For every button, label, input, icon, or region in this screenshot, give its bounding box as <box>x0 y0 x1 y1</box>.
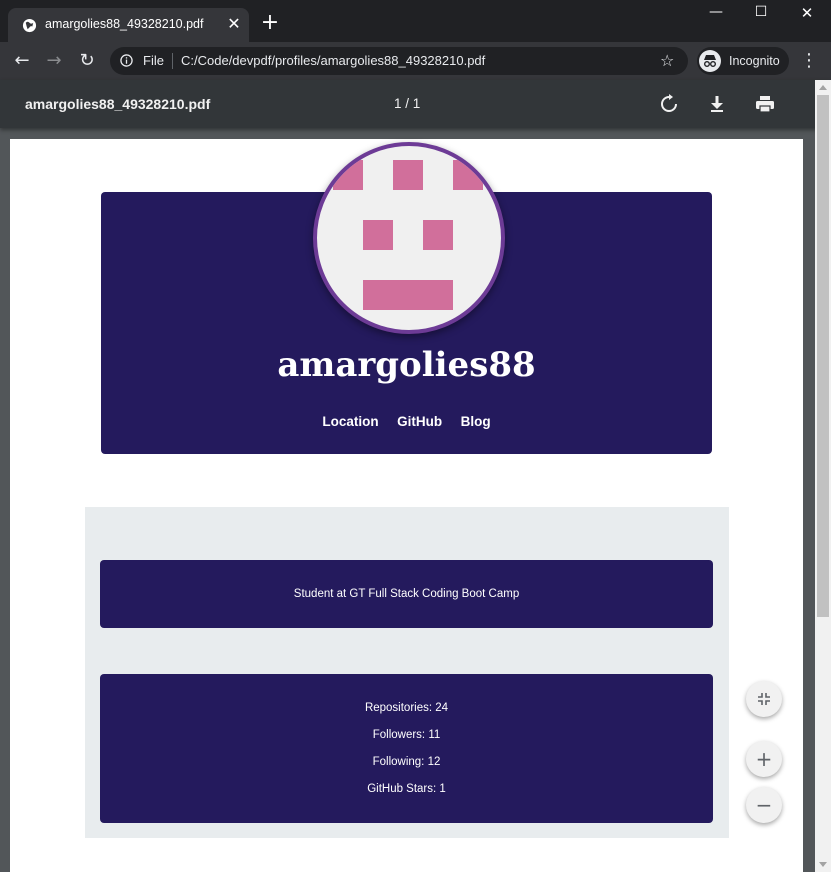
protocol-label: File <box>143 53 164 68</box>
pdf-toolbar: amargolies88_49328210.pdf 1 / 1 <box>0 80 831 128</box>
bio-card: Student at GT Full Stack Coding Boot Cam… <box>100 560 713 628</box>
scrollbar-thumb[interactable] <box>817 95 829 617</box>
vertical-scrollbar[interactable] <box>815 80 831 872</box>
zoom-in-icon: + <box>755 747 773 771</box>
followers-stat: Followers: 11 <box>372 729 441 741</box>
profile-username: amargolies88 <box>277 345 536 385</box>
following-stat: Following: 12 <box>372 756 441 768</box>
browser-menu-icon[interactable]: ⋮ <box>800 51 818 71</box>
bookmark-star-icon[interactable]: ☆ <box>660 51 674 70</box>
avatar-pixel <box>393 160 423 190</box>
pdf-page: amargolies88 Location GitHub Blog Studen… <box>10 139 803 872</box>
avatar-pixel <box>453 160 483 190</box>
rotate-icon[interactable] <box>658 93 680 115</box>
github-link[interactable]: GitHub <box>397 414 442 429</box>
back-button[interactable]: ← <box>12 51 32 71</box>
location-link[interactable]: Location <box>322 414 378 429</box>
window-close-button[interactable]: ✕ <box>784 4 830 28</box>
fit-page-button[interactable] <box>746 681 782 717</box>
avatar-pixel <box>363 220 393 250</box>
browser-tab[interactable]: amargolies88_49328210.pdf ✕ <box>8 8 249 42</box>
scroll-up-arrow[interactable] <box>819 85 827 90</box>
info-icon[interactable] <box>120 54 133 67</box>
zoom-in-button[interactable]: + <box>746 741 782 777</box>
incognito-badge[interactable]: Incognito <box>697 47 789 75</box>
browser-toolbar: ← → ↻ File C:/Code/devpdf/profiles/amarg… <box>0 42 831 80</box>
forward-button[interactable]: → <box>44 51 64 71</box>
zoom-out-button[interactable]: − <box>746 787 782 823</box>
fit-to-page-icon <box>758 693 770 705</box>
zoom-out-icon: − <box>755 793 773 817</box>
profile-links: Location GitHub Blog <box>101 413 712 431</box>
print-icon[interactable] <box>754 93 776 115</box>
avatar-pixel <box>363 280 453 310</box>
tab-strip: amargolies88_49328210.pdf ✕ + — ☐ ✕ <box>0 0 831 42</box>
new-tab-button[interactable]: + <box>259 12 281 34</box>
pdf-filename: amargolies88_49328210.pdf <box>25 96 211 112</box>
maximize-button[interactable]: ☐ <box>738 4 784 28</box>
reload-button[interactable]: ↻ <box>77 51 97 71</box>
page-indicator: 1 / 1 <box>394 96 421 111</box>
globe-icon <box>22 18 37 33</box>
download-icon[interactable] <box>706 93 728 115</box>
url-text[interactable]: C:/Code/devpdf/profiles/amargolies88_493… <box>181 53 485 68</box>
avatar-pixel <box>423 220 453 250</box>
repositories-stat: Repositories: 24 <box>364 702 449 714</box>
stats-card: Repositories: 24 Followers: 11 Following… <box>100 674 713 823</box>
incognito-label: Incognito <box>729 54 780 68</box>
avatar-pixel <box>333 160 363 190</box>
omnibox-divider <box>172 53 173 69</box>
incognito-icon <box>699 50 721 72</box>
minimize-button[interactable]: — <box>693 4 739 28</box>
address-bar[interactable]: File C:/Code/devpdf/profiles/amargolies8… <box>110 47 688 75</box>
tab-close-icon[interactable]: ✕ <box>225 16 243 34</box>
tab-title: amargolies88_49328210.pdf <box>45 17 204 31</box>
github-stars-stat: GitHub Stars: 1 <box>367 783 446 795</box>
blog-link[interactable]: Blog <box>461 414 491 429</box>
profile-content: Student at GT Full Stack Coding Boot Cam… <box>85 507 729 838</box>
scroll-down-arrow[interactable] <box>819 862 827 867</box>
avatar <box>313 142 505 334</box>
